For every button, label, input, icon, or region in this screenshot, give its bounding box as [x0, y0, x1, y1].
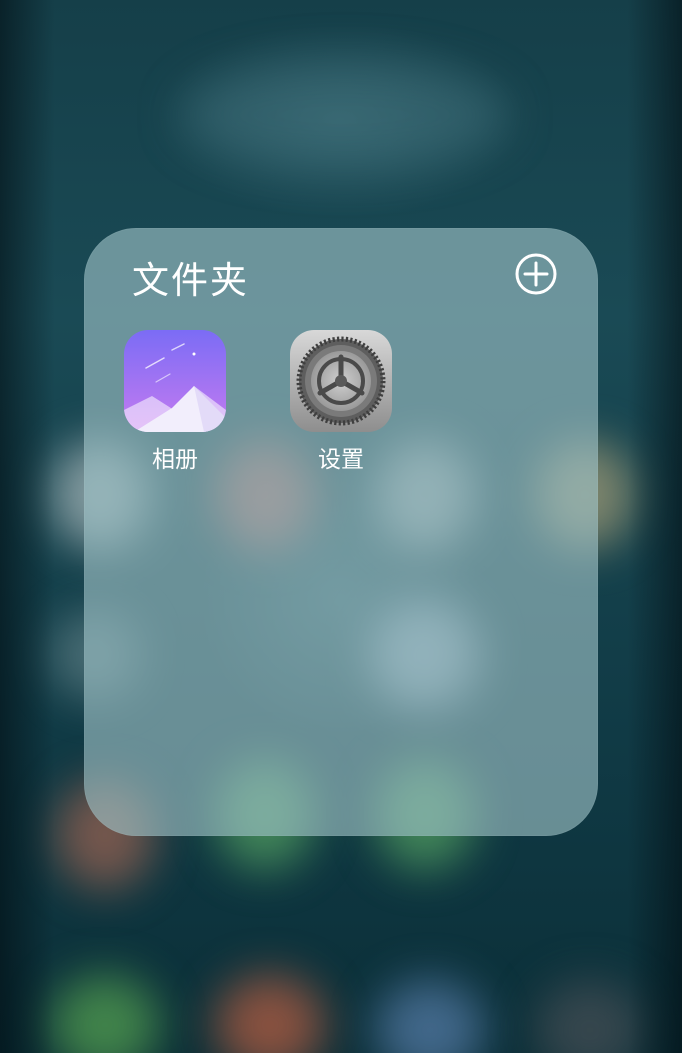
blurred-dock-icon [50, 975, 160, 1053]
app-settings[interactable]: 设置 [281, 330, 401, 474]
blurred-dock-icon [535, 980, 645, 1053]
app-folder: 文件夹 相册 设置 [84, 228, 598, 836]
settings-gear-icon [290, 330, 392, 432]
blurred-widget [180, 60, 510, 170]
blurred-dock-icon [215, 975, 325, 1053]
add-app-button[interactable] [514, 252, 558, 296]
folder-title[interactable]: 文件夹 [132, 250, 249, 304]
plus-circle-icon [515, 253, 557, 295]
blurred-dock-icon [375, 980, 485, 1053]
app-label: 设置 [318, 447, 364, 473]
gallery-icon [124, 330, 226, 432]
app-gallery[interactable]: 相册 [115, 330, 235, 474]
app-label: 相册 [152, 447, 198, 473]
